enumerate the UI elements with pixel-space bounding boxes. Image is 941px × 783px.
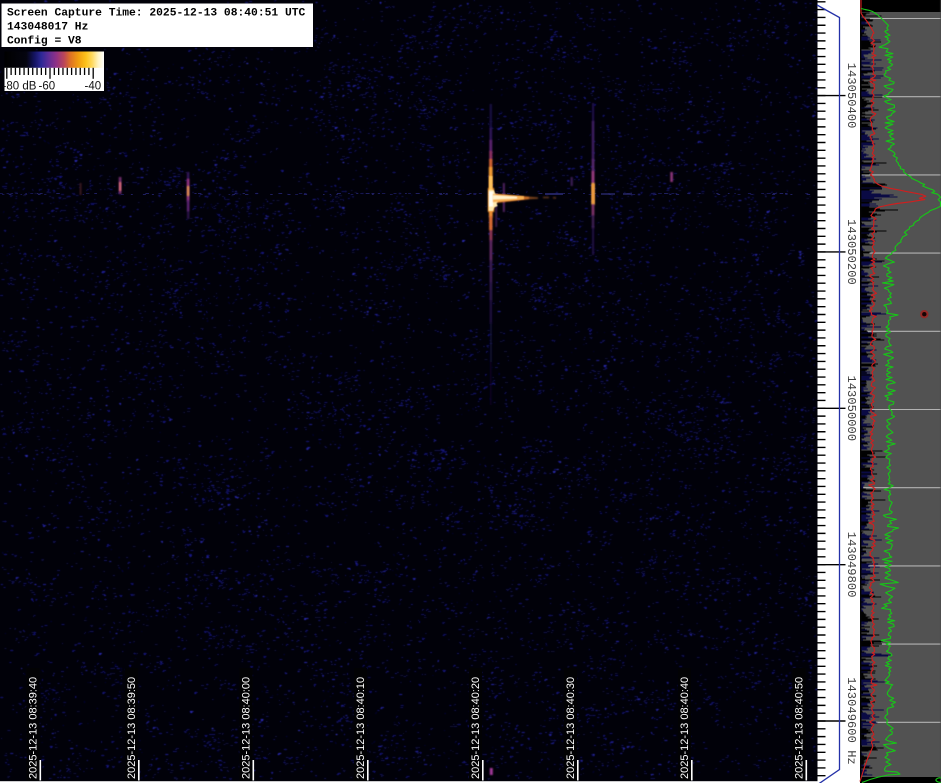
svg-text:2025-12-13 08:39:50: 2025-12-13 08:39:50 [126,677,138,779]
svg-text:Screen Capture Time: 2025-12-1: Screen Capture Time: 2025-12-13 08:40:51… [7,8,306,20]
svg-text:2025-12-13 08:40:00: 2025-12-13 08:40:00 [241,677,253,779]
svg-text:2025-12-13 08:40:50: 2025-12-13 08:40:50 [794,677,806,779]
svg-text:143050400: 143050400 [844,63,858,129]
svg-text:-80 dB: -80 dB [3,81,37,93]
svg-text:143050000: 143050000 [844,375,858,441]
svg-text:143050200: 143050200 [844,219,858,285]
svg-text:143049600 Hz: 143049600 Hz [844,677,858,765]
svg-text:-60: -60 [39,81,56,93]
svg-text:143048017 Hz: 143048017 Hz [7,22,88,34]
svg-text:Config = V8: Config = V8 [7,35,82,47]
svg-text:2025-12-13 08:40:10: 2025-12-13 08:40:10 [355,677,367,779]
svg-text:2025-12-13 08:39:40: 2025-12-13 08:39:40 [28,677,40,779]
svg-text:2025-12-13 08:40:40: 2025-12-13 08:40:40 [679,677,691,779]
svg-text:2025-12-13 08:40:30: 2025-12-13 08:40:30 [565,677,577,779]
svg-text:-40: -40 [85,81,102,93]
svg-text:2025-12-13 08:40:20: 2025-12-13 08:40:20 [470,677,482,779]
svg-text:143049800: 143049800 [844,532,858,598]
